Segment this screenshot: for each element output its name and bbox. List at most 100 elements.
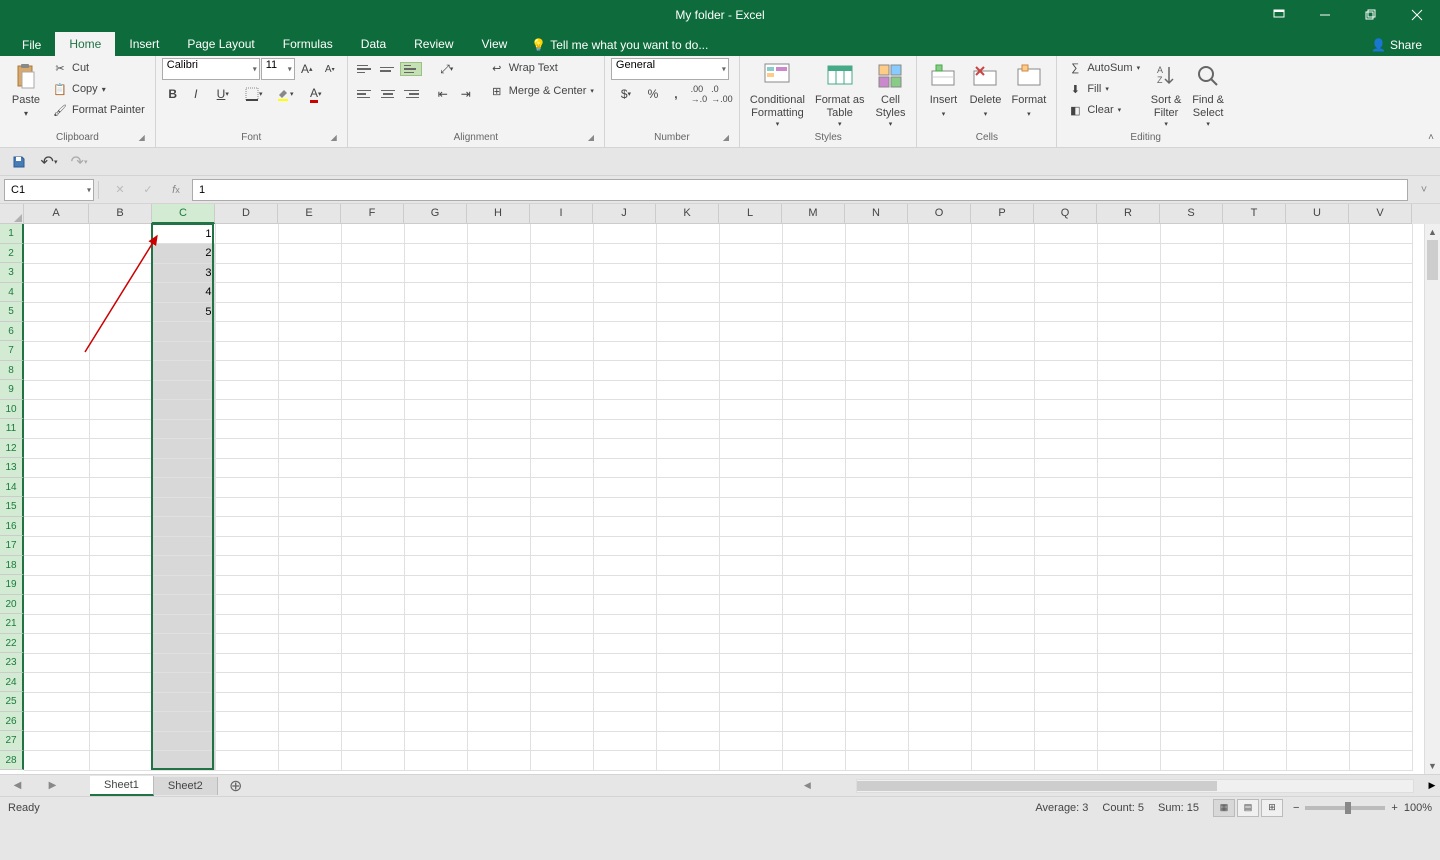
- cell-N18[interactable]: [845, 556, 908, 576]
- cell-H23[interactable]: [467, 653, 530, 673]
- cell-H18[interactable]: [467, 556, 530, 576]
- collapse-ribbon-button[interactable]: ˄: [1428, 132, 1434, 143]
- cell-D26[interactable]: [215, 712, 278, 732]
- cell-D12[interactable]: [215, 439, 278, 459]
- cell-C12[interactable]: [152, 439, 215, 459]
- row-header-11[interactable]: 11: [0, 419, 24, 439]
- cell-Q13[interactable]: [1034, 458, 1097, 478]
- cell-G28[interactable]: [404, 751, 467, 771]
- cell-R7[interactable]: [1097, 341, 1160, 361]
- cell-F6[interactable]: [341, 322, 404, 342]
- cell-V19[interactable]: [1349, 575, 1412, 595]
- find-select-button[interactable]: Find & Select▾: [1188, 58, 1228, 130]
- italic-button[interactable]: I: [185, 83, 207, 105]
- conditional-formatting-button[interactable]: Conditional Formatting▾: [746, 58, 809, 130]
- cell-U17[interactable]: [1286, 536, 1349, 556]
- cell-I23[interactable]: [530, 653, 593, 673]
- cell-P8[interactable]: [971, 361, 1034, 381]
- cell-H10[interactable]: [467, 400, 530, 420]
- cell-C22[interactable]: [152, 634, 215, 654]
- cell-A17[interactable]: [24, 536, 89, 556]
- cell-M3[interactable]: [782, 263, 845, 283]
- sheet-prev-button[interactable]: ◀: [14, 780, 22, 791]
- data-tab[interactable]: Data: [347, 32, 400, 56]
- cell-V7[interactable]: [1349, 341, 1412, 361]
- cell-J3[interactable]: [593, 263, 656, 283]
- cell-V21[interactable]: [1349, 614, 1412, 634]
- cell-S11[interactable]: [1160, 419, 1223, 439]
- zoom-slider[interactable]: [1305, 806, 1385, 810]
- cell-O12[interactable]: [908, 439, 971, 459]
- cell-O14[interactable]: [908, 478, 971, 498]
- cell-G9[interactable]: [404, 380, 467, 400]
- hscroll-right-button[interactable]: ▶: [1424, 780, 1440, 791]
- cell-V23[interactable]: [1349, 653, 1412, 673]
- cell-F15[interactable]: [341, 497, 404, 517]
- cell-K28[interactable]: [656, 751, 719, 771]
- cell-M2[interactable]: [782, 244, 845, 264]
- cell-F2[interactable]: [341, 244, 404, 264]
- cell-P15[interactable]: [971, 497, 1034, 517]
- cell-A1[interactable]: [24, 224, 89, 244]
- number-launcher[interactable]: ◢: [721, 133, 731, 143]
- cell-G11[interactable]: [404, 419, 467, 439]
- cell-H20[interactable]: [467, 595, 530, 615]
- cell-G16[interactable]: [404, 517, 467, 537]
- cell-P18[interactable]: [971, 556, 1034, 576]
- column-header-G[interactable]: G: [404, 204, 467, 224]
- row-header-26[interactable]: 26: [0, 712, 24, 732]
- cell-I26[interactable]: [530, 712, 593, 732]
- cell-Q17[interactable]: [1034, 536, 1097, 556]
- normal-view-button[interactable]: ▦: [1213, 799, 1235, 817]
- cell-S14[interactable]: [1160, 478, 1223, 498]
- cell-T20[interactable]: [1223, 595, 1286, 615]
- cell-R20[interactable]: [1097, 595, 1160, 615]
- cell-N24[interactable]: [845, 673, 908, 693]
- format-as-table-button[interactable]: Format as Table▾: [811, 58, 869, 130]
- cell-J10[interactable]: [593, 400, 656, 420]
- cell-L27[interactable]: [719, 731, 782, 751]
- cell-O25[interactable]: [908, 692, 971, 712]
- cell-F27[interactable]: [341, 731, 404, 751]
- cell-J20[interactable]: [593, 595, 656, 615]
- cell-O6[interactable]: [908, 322, 971, 342]
- cell-E16[interactable]: [278, 517, 341, 537]
- cell-K5[interactable]: [656, 302, 719, 322]
- cell-L2[interactable]: [719, 244, 782, 264]
- home-tab[interactable]: Home: [55, 32, 115, 56]
- cell-U27[interactable]: [1286, 731, 1349, 751]
- cell-N1[interactable]: [845, 224, 908, 244]
- cell-K16[interactable]: [656, 517, 719, 537]
- cell-C9[interactable]: [152, 380, 215, 400]
- cell-G19[interactable]: [404, 575, 467, 595]
- cell-O2[interactable]: [908, 244, 971, 264]
- cell-U5[interactable]: [1286, 302, 1349, 322]
- cell-M14[interactable]: [782, 478, 845, 498]
- cell-R14[interactable]: [1097, 478, 1160, 498]
- row-header-10[interactable]: 10: [0, 400, 24, 420]
- cell-O21[interactable]: [908, 614, 971, 634]
- cell-T19[interactable]: [1223, 575, 1286, 595]
- cell-Q12[interactable]: [1034, 439, 1097, 459]
- cell-H12[interactable]: [467, 439, 530, 459]
- cell-G18[interactable]: [404, 556, 467, 576]
- merge-center-button[interactable]: ⊞Merge & Center ▾: [485, 81, 598, 101]
- cell-B4[interactable]: [89, 283, 152, 303]
- cell-I5[interactable]: [530, 302, 593, 322]
- cell-D10[interactable]: [215, 400, 278, 420]
- cell-N17[interactable]: [845, 536, 908, 556]
- row-header-18[interactable]: 18: [0, 556, 24, 576]
- sheet-tab-1[interactable]: Sheet1: [90, 776, 154, 796]
- cell-T8[interactable]: [1223, 361, 1286, 381]
- cell-I22[interactable]: [530, 634, 593, 654]
- row-header-28[interactable]: 28: [0, 751, 24, 771]
- cell-T9[interactable]: [1223, 380, 1286, 400]
- cell-D15[interactable]: [215, 497, 278, 517]
- cell-O27[interactable]: [908, 731, 971, 751]
- cell-P12[interactable]: [971, 439, 1034, 459]
- cell-G5[interactable]: [404, 302, 467, 322]
- cell-V14[interactable]: [1349, 478, 1412, 498]
- cell-V10[interactable]: [1349, 400, 1412, 420]
- cell-S3[interactable]: [1160, 263, 1223, 283]
- increase-decimal-button[interactable]: .00→.0: [688, 83, 710, 105]
